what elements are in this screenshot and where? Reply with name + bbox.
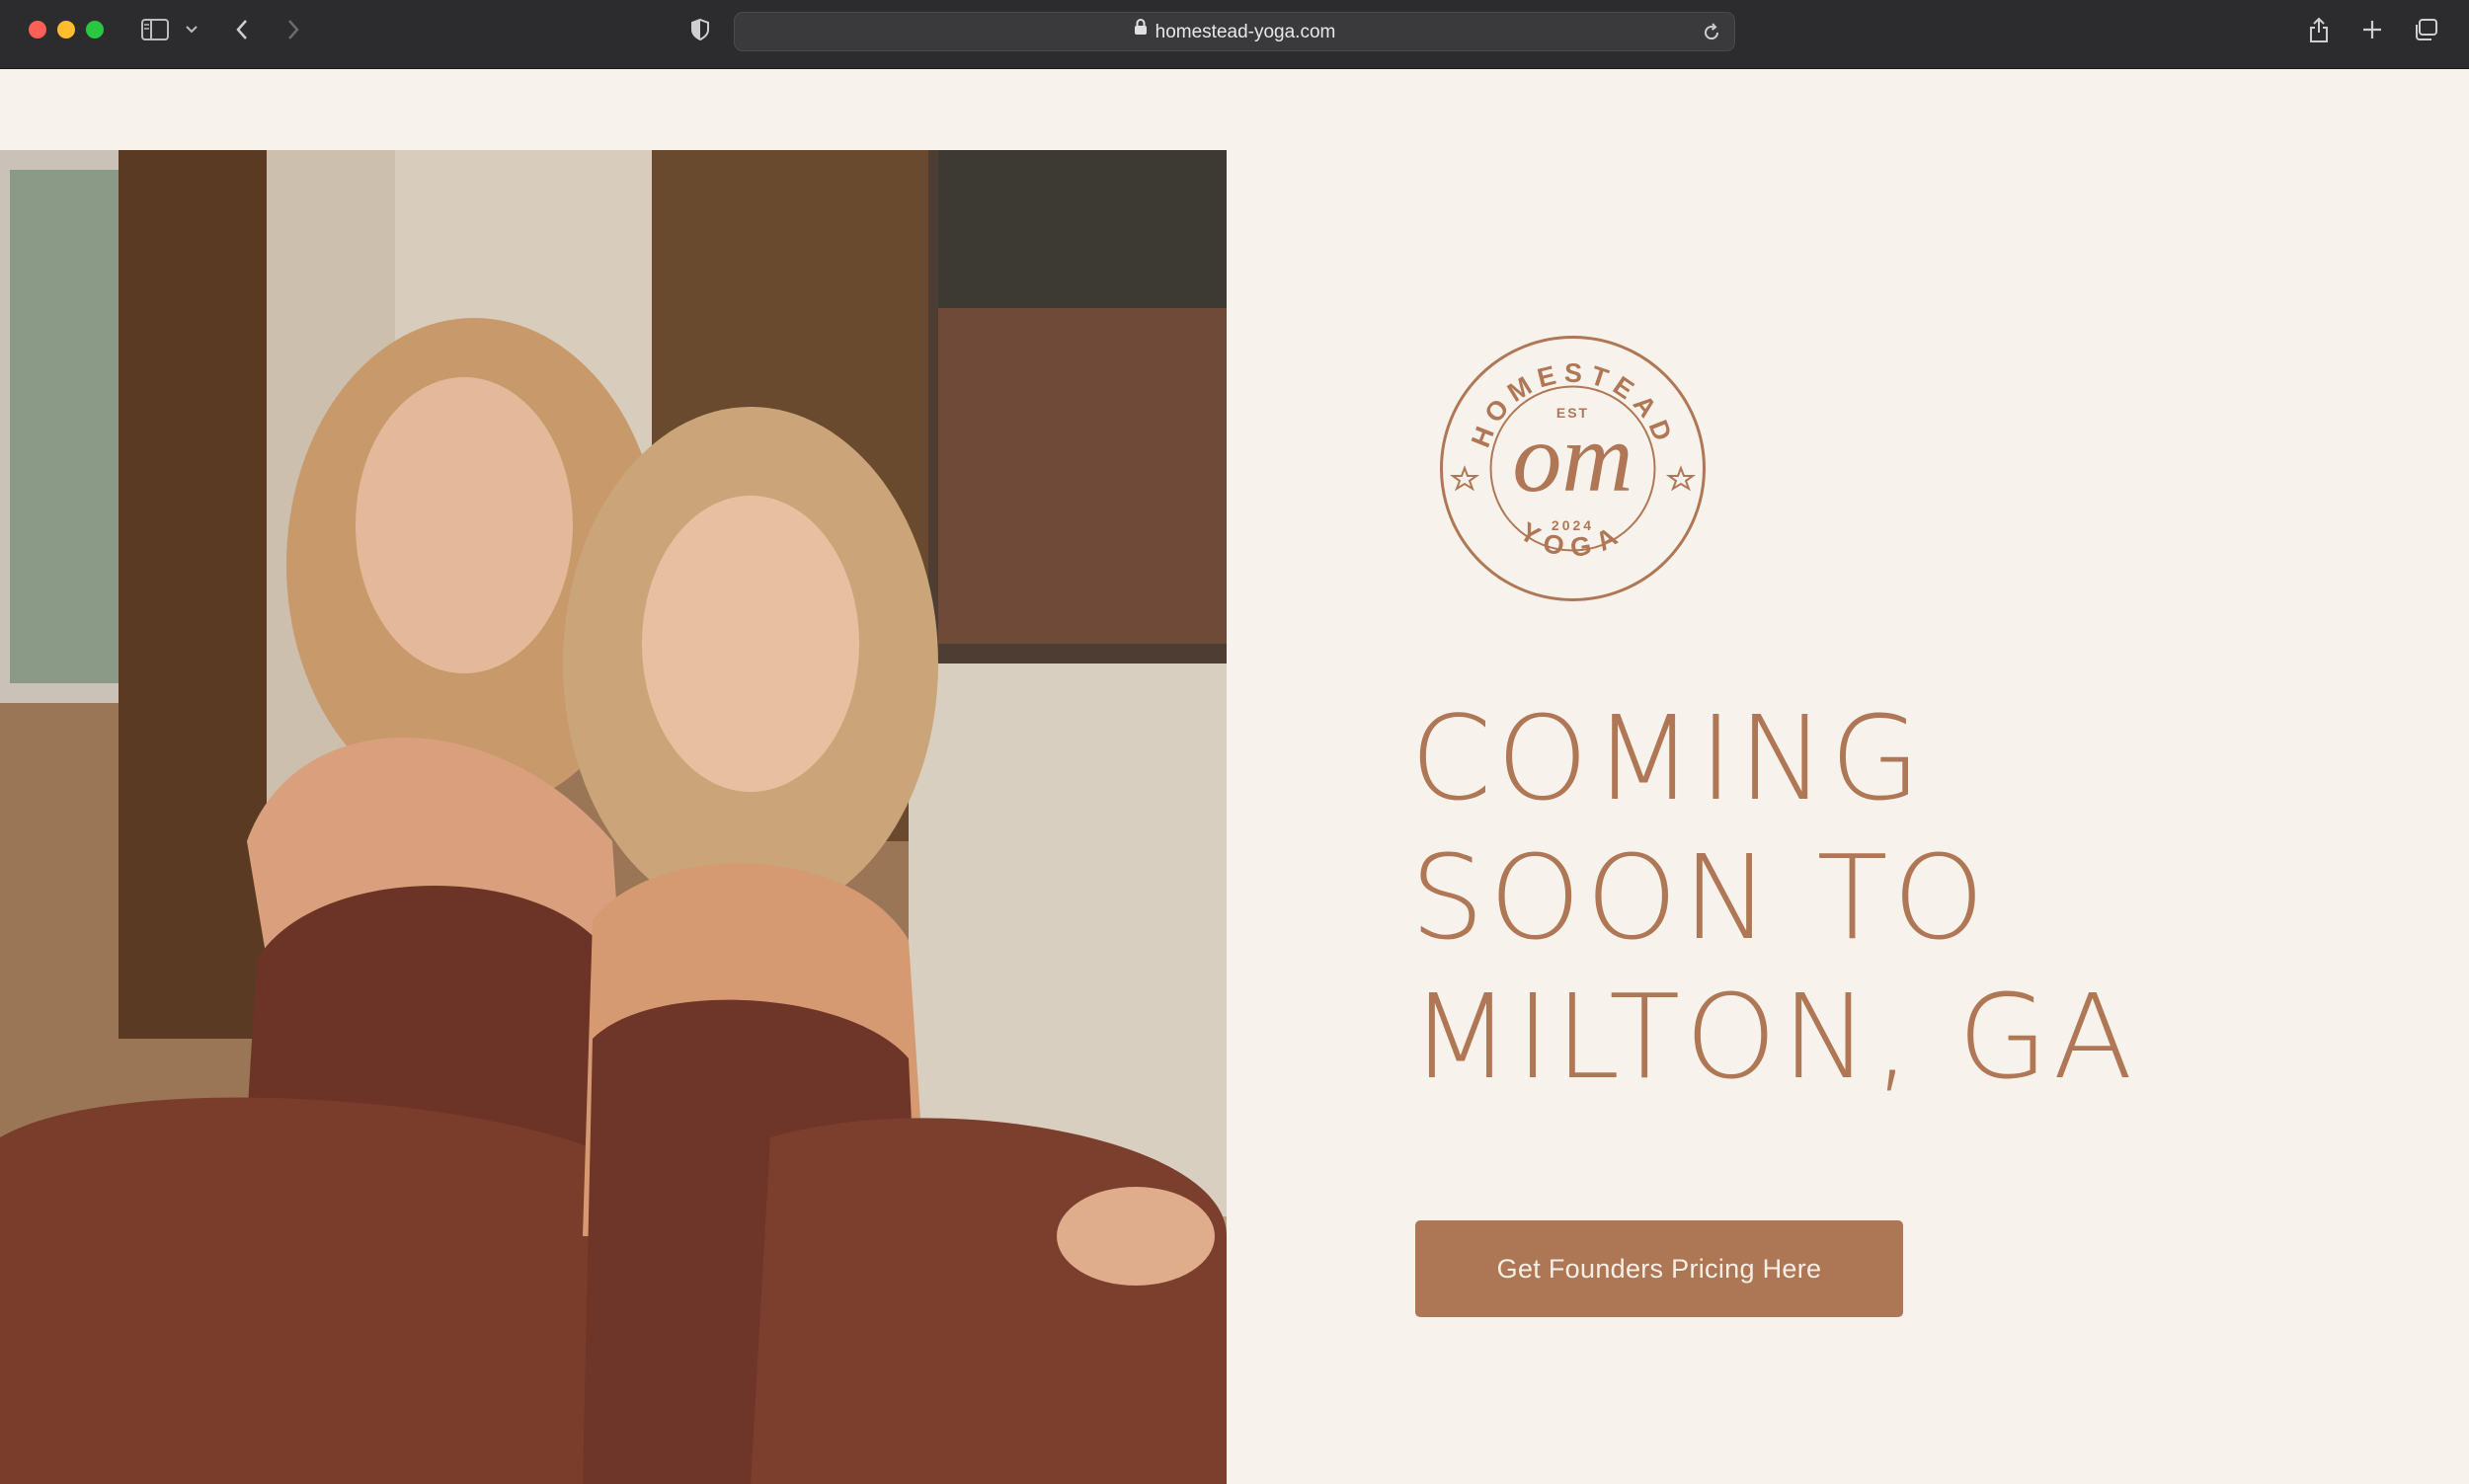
address-bar[interactable]: homestead-yoga.com [734,12,1735,51]
page-top-band [0,69,2469,150]
founders-pricing-button[interactable]: Get Founders Pricing Here [1415,1220,1903,1317]
headline-line: MILTON, GA [1410,969,2138,1105]
forward-icon[interactable] [280,14,306,45]
share-icon[interactable] [2305,14,2333,45]
hero-photo [0,150,1227,1484]
logo-year: 2024 [1552,517,1594,533]
shield-icon[interactable] [687,14,713,45]
reload-icon[interactable] [1698,17,1725,48]
url-text: homestead-yoga.com [1155,22,1336,42]
lock-icon [1134,11,1148,50]
headline-line: COMING [1410,690,1926,826]
tabs-icon[interactable] [2411,14,2440,45]
homestead-yoga-logo[interactable]: HOMESTEAD YOGA EST om 2024 [1437,333,1709,604]
star-icon [1665,465,1697,492]
zoom-window-button[interactable] [86,21,104,39]
logo-monogram: om [1512,403,1633,512]
chevron-down-icon[interactable] [183,14,200,45]
coming-soon-headline: COMING SOON TO MILTON, GA [1410,689,2299,1107]
star-icon [1449,465,1480,492]
headline-line: SOON TO [1410,829,1990,966]
sidebar-icon[interactable] [139,14,171,45]
close-window-button[interactable] [29,21,46,39]
back-icon[interactable] [229,14,255,45]
plus-icon[interactable] [2358,14,2386,45]
browser-toolbar: homestead-yoga.com [0,0,2469,69]
minimize-window-button[interactable] [57,21,75,39]
